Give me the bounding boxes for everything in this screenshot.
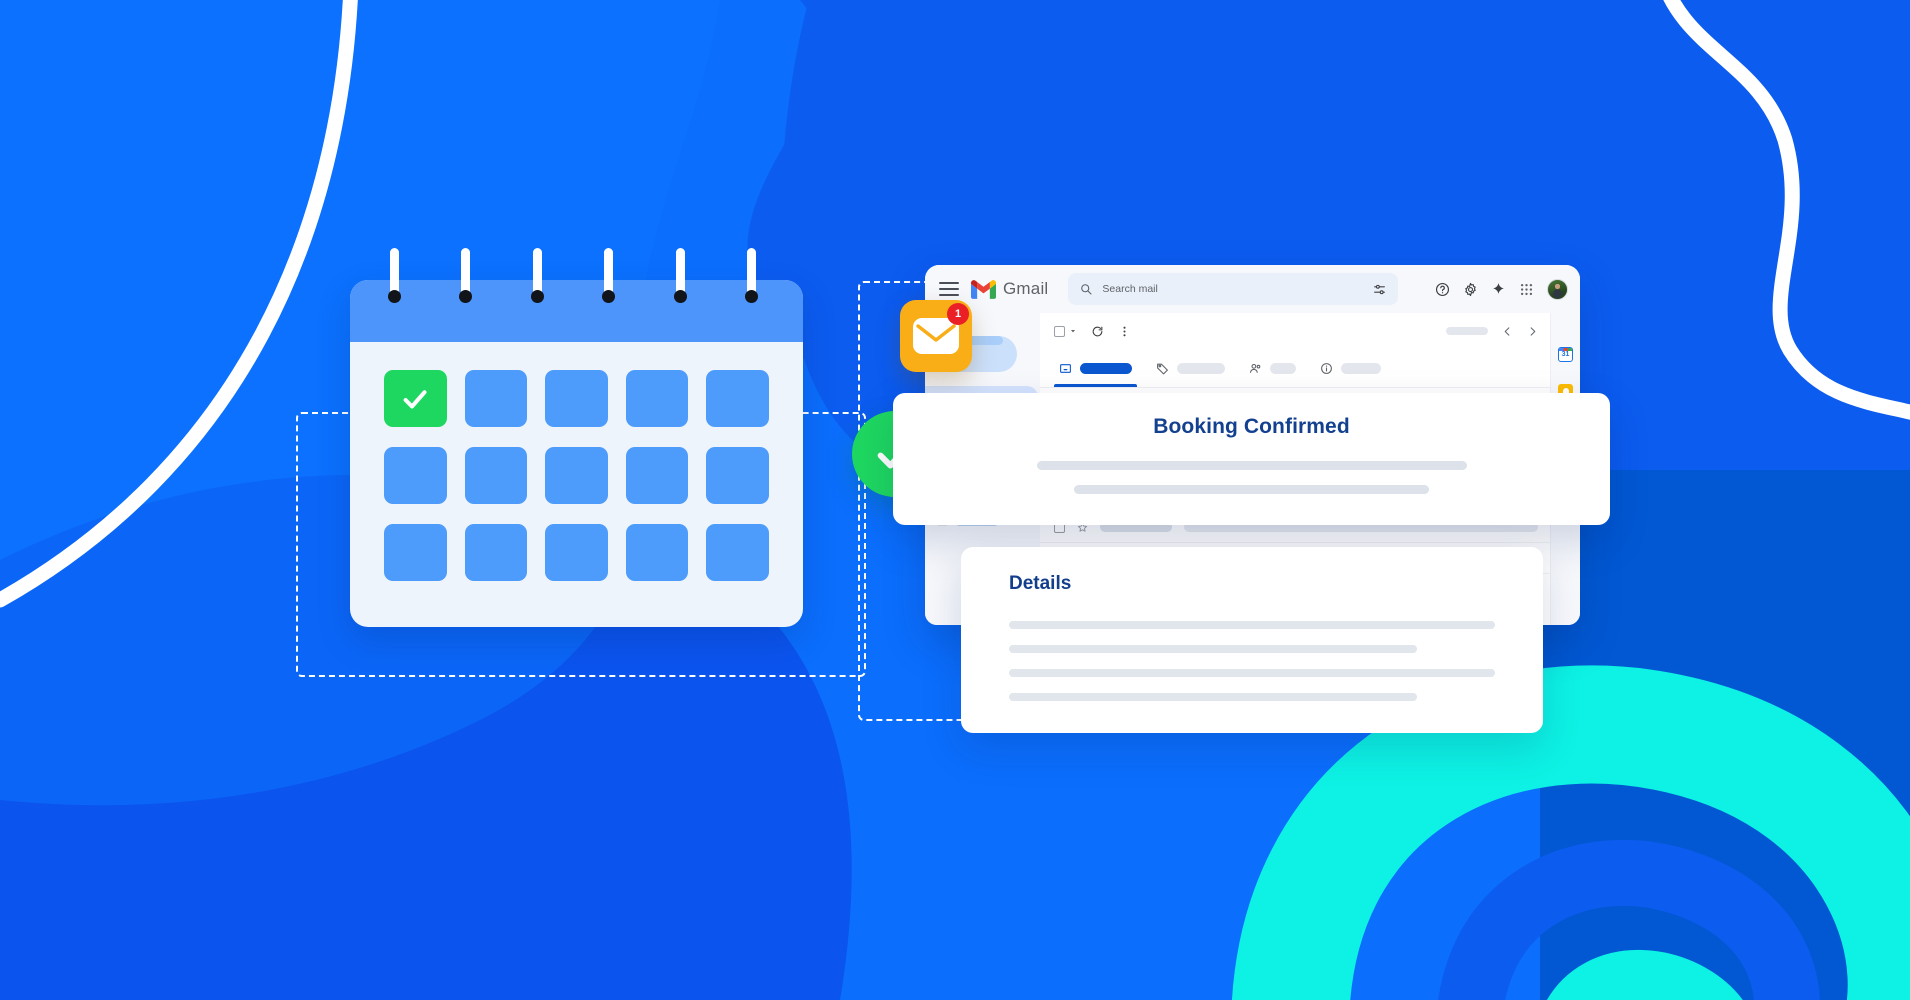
pagination-range-placeholder bbox=[1446, 327, 1488, 335]
notification-count: 1 bbox=[947, 303, 969, 325]
placeholder-line bbox=[1036, 461, 1467, 470]
details-card[interactable]: Details bbox=[961, 547, 1543, 733]
calendar-cell[interactable] bbox=[464, 447, 528, 504]
chevron-left-icon[interactable] bbox=[1502, 326, 1513, 337]
calendar-cell-selected[interactable] bbox=[384, 370, 447, 427]
tab-label-placeholder bbox=[1177, 362, 1225, 374]
calendar-cell[interactable] bbox=[545, 524, 608, 581]
calendar-cell[interactable] bbox=[545, 447, 608, 504]
chevron-right-icon[interactable] bbox=[1527, 326, 1538, 337]
calendar-cell[interactable] bbox=[464, 524, 528, 581]
gmail-header-icons[interactable] bbox=[1435, 278, 1568, 300]
illustration-canvas: Gmail Search mail 31 1 Booking Confirmed… bbox=[0, 0, 1910, 1000]
calendar-header bbox=[350, 280, 803, 342]
placeholder-line bbox=[1009, 645, 1418, 653]
search-placeholder: Search mail bbox=[1102, 283, 1158, 295]
gmail-logo[interactable]: Gmail bbox=[971, 279, 1048, 299]
help-icon[interactable] bbox=[1435, 282, 1450, 297]
hamburger-icon[interactable] bbox=[939, 282, 959, 296]
inbox-icon bbox=[1060, 363, 1071, 373]
search-input[interactable]: Search mail bbox=[1068, 273, 1399, 305]
calendar-cell[interactable] bbox=[384, 524, 447, 581]
people-icon bbox=[1249, 363, 1261, 373]
more-vertical-icon[interactable] bbox=[1118, 325, 1131, 338]
tune-filter-icon[interactable] bbox=[1373, 283, 1386, 296]
booking-confirmed-card[interactable]: Booking Confirmed bbox=[893, 393, 1610, 525]
calendar-cell[interactable] bbox=[384, 447, 447, 504]
tab-social[interactable] bbox=[1240, 349, 1305, 387]
tab-updates[interactable] bbox=[1311, 349, 1390, 387]
placeholder-line bbox=[1074, 485, 1429, 494]
chevron-down-icon[interactable] bbox=[1069, 327, 1077, 335]
tab-primary[interactable] bbox=[1050, 349, 1141, 387]
calendar-cell[interactable] bbox=[625, 370, 689, 427]
calendar-cell[interactable] bbox=[625, 524, 689, 581]
info-icon bbox=[1321, 362, 1332, 374]
calendar-cell[interactable] bbox=[464, 370, 528, 427]
gmail-category-tabs[interactable] bbox=[1040, 349, 1550, 387]
gmail-topbar: Gmail Search mail bbox=[925, 265, 1580, 313]
calendar-cell[interactable] bbox=[706, 447, 769, 504]
tab-label-placeholder bbox=[1270, 362, 1296, 374]
details-title: Details bbox=[1009, 573, 1072, 594]
tab-promotions[interactable] bbox=[1147, 349, 1234, 387]
tab-label-placeholder bbox=[1341, 362, 1381, 374]
calendar-cell[interactable] bbox=[706, 524, 769, 581]
gmail-m-icon bbox=[971, 279, 996, 299]
checkbox-icon[interactable] bbox=[1054, 325, 1065, 337]
tag-icon bbox=[1157, 363, 1168, 374]
avatar[interactable] bbox=[1547, 278, 1568, 300]
check-icon bbox=[403, 389, 427, 408]
calendar-cell[interactable] bbox=[706, 370, 769, 427]
settings-gear-icon[interactable] bbox=[1463, 282, 1478, 297]
booking-confirmed-title: Booking Confirmed bbox=[1153, 415, 1350, 438]
placeholder-line bbox=[1009, 669, 1495, 677]
gmail-brand-label: Gmail bbox=[1003, 279, 1049, 298]
search-icon bbox=[1081, 284, 1092, 295]
gmail-toolbar[interactable] bbox=[1040, 313, 1550, 349]
mail-notification-badge[interactable]: 1 bbox=[900, 300, 972, 372]
placeholder-line bbox=[1009, 693, 1418, 701]
gemini-sparkle-icon[interactable] bbox=[1491, 282, 1506, 297]
booking-calendar[interactable] bbox=[350, 280, 803, 627]
google-calendar-icon[interactable]: 31 bbox=[1558, 347, 1573, 362]
placeholder-line bbox=[1009, 621, 1495, 629]
calendar-cell[interactable] bbox=[545, 370, 608, 427]
refresh-icon[interactable] bbox=[1091, 325, 1104, 338]
calendar-cell[interactable] bbox=[625, 447, 689, 504]
apps-grid-icon[interactable] bbox=[1519, 282, 1534, 297]
tab-label-placeholder bbox=[1080, 362, 1132, 374]
calendar-grid[interactable] bbox=[350, 342, 803, 611]
pagination-controls[interactable] bbox=[1446, 326, 1538, 337]
